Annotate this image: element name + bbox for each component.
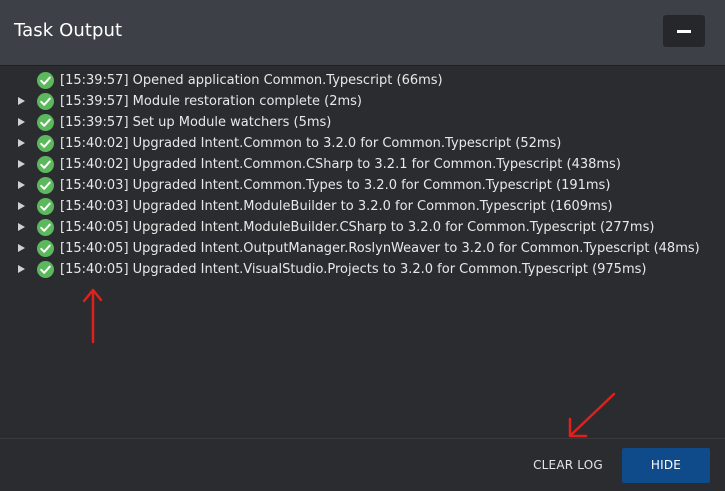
log-entry-text: [15:40:05] Upgraded Intent.OutputManager… bbox=[60, 241, 700, 256]
log-entry[interactable]: [15:40:05] Upgraded Intent.OutputManager… bbox=[0, 238, 725, 259]
check-circle-icon bbox=[37, 219, 54, 236]
caret-right-icon[interactable] bbox=[18, 244, 25, 252]
log-list: [15:39:57] Opened application Common.Typ… bbox=[0, 70, 725, 280]
caret-right-icon[interactable] bbox=[18, 265, 25, 273]
log-entry[interactable]: [15:40:05] Upgraded Intent.VisualStudio.… bbox=[0, 259, 725, 280]
dialog-title: Task Output bbox=[14, 20, 123, 41]
check-circle-icon bbox=[37, 261, 54, 278]
task-output-dialog: Task Output [15:39:57] Opened applicatio… bbox=[0, 0, 725, 491]
check-circle-icon bbox=[37, 135, 54, 152]
log-entry-text: [15:40:02] Upgraded Intent.Common.CSharp… bbox=[60, 157, 621, 172]
log-entry-text: [15:39:57] Opened application Common.Typ… bbox=[60, 73, 443, 88]
dialog-footer: CLEAR LOG HIDE bbox=[0, 438, 725, 491]
minimize-icon bbox=[677, 30, 691, 33]
check-circle-icon bbox=[37, 93, 54, 110]
clear-log-button[interactable]: CLEAR LOG bbox=[527, 448, 609, 482]
caret-right-icon[interactable] bbox=[18, 223, 25, 231]
log-entry[interactable]: [15:40:03] Upgraded Intent.ModuleBuilder… bbox=[0, 196, 725, 217]
hide-button[interactable]: HIDE bbox=[622, 448, 710, 483]
log-entry-text: [15:40:03] Upgraded Intent.Common.Types … bbox=[60, 178, 611, 193]
log-entry[interactable]: [15:40:02] Upgraded Intent.Common to 3.2… bbox=[0, 133, 725, 154]
log-entry-text: [15:40:05] Upgraded Intent.ModuleBuilder… bbox=[60, 220, 655, 235]
caret-right-icon[interactable] bbox=[18, 139, 25, 147]
log-entry[interactable]: [15:40:02] Upgraded Intent.Common.CSharp… bbox=[0, 154, 725, 175]
caret-right-icon[interactable] bbox=[18, 202, 25, 210]
check-circle-icon bbox=[37, 72, 54, 89]
minimize-button[interactable] bbox=[663, 15, 705, 47]
caret-right-icon[interactable] bbox=[18, 97, 25, 105]
check-circle-icon bbox=[37, 198, 54, 215]
caret-right-icon[interactable] bbox=[18, 160, 25, 168]
log-entry[interactable]: [15:40:03] Upgraded Intent.Common.Types … bbox=[0, 175, 725, 196]
caret-right-icon[interactable] bbox=[18, 118, 25, 126]
log-entry[interactable]: [15:39:57] Set up Module watchers (5ms) bbox=[0, 112, 725, 133]
check-circle-icon bbox=[37, 114, 54, 131]
log-entry[interactable]: [15:39:57] Module restoration complete (… bbox=[0, 91, 725, 112]
title-bar: Task Output bbox=[0, 0, 725, 66]
log-entry-text: [15:39:57] Module restoration complete (… bbox=[60, 94, 362, 109]
caret-right-icon[interactable] bbox=[18, 181, 25, 189]
log-entry[interactable]: [15:40:05] Upgraded Intent.ModuleBuilder… bbox=[0, 217, 725, 238]
log-entry-text: [15:40:03] Upgraded Intent.ModuleBuilder… bbox=[60, 199, 613, 214]
annotation-arrow-up-icon bbox=[82, 288, 103, 344]
annotation-arrow-down-left-icon bbox=[568, 392, 616, 438]
log-entry-text: [15:40:02] Upgraded Intent.Common to 3.2… bbox=[60, 136, 562, 151]
check-circle-icon bbox=[37, 156, 54, 173]
log-entry-text: [15:39:57] Set up Module watchers (5ms) bbox=[60, 115, 332, 130]
log-entry-text: [15:40:05] Upgraded Intent.VisualStudio.… bbox=[60, 262, 647, 277]
check-circle-icon bbox=[37, 177, 54, 194]
check-circle-icon bbox=[37, 240, 54, 257]
log-entry: [15:39:57] Opened application Common.Typ… bbox=[0, 70, 725, 91]
